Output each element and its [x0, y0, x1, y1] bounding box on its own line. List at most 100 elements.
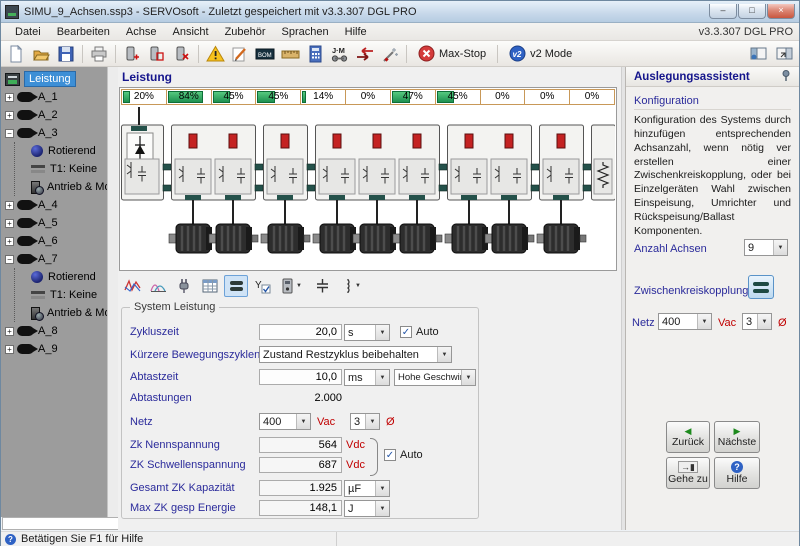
expander-icon[interactable]: −	[5, 128, 14, 138]
bom-button[interactable]: BOM	[253, 43, 277, 65]
motor[interactable]	[536, 223, 587, 254]
tree-item-antrieb-motor[interactable]: Antrieb & Motor	[15, 178, 107, 196]
tree-item-a7[interactable]: − A_7	[1, 250, 107, 268]
save-button[interactable]	[54, 43, 78, 65]
netz-phase-dropdown[interactable]: 3 ▼	[350, 413, 380, 430]
goto-button[interactable]: →▮ Gehe zu	[666, 457, 710, 489]
close-button[interactable]: ×	[767, 4, 795, 19]
v2-mode-button[interactable]: v2 v2 Mode	[502, 43, 579, 65]
motor[interactable]	[484, 223, 535, 254]
wizard-button[interactable]	[378, 43, 402, 65]
tree-item-t1[interactable]: T1: Keine	[15, 160, 107, 178]
expander-icon[interactable]: +	[5, 344, 14, 354]
panel-splitter[interactable]	[621, 67, 625, 530]
axis-delete-button[interactable]	[170, 43, 194, 65]
tree-item-a9[interactable]: + A_9	[1, 340, 107, 358]
max-stop-button[interactable]: Max-Stop	[411, 43, 493, 65]
bewegungszyklen-dropdown[interactable]: Zustand Restzyklus beibehalten ▼	[259, 346, 452, 363]
tree-item-t1[interactable]: T1: Keine	[15, 286, 107, 304]
help-button[interactable]: ? Hilfe	[714, 457, 760, 489]
warnings-button[interactable]	[203, 43, 227, 65]
assistant-phase-dropdown[interactable]: 3 ▼	[742, 313, 772, 330]
zykluszeit-auto-checkbox[interactable]: ✓ Auto	[400, 326, 439, 338]
power-plug-icon	[179, 279, 188, 293]
zk-auto-checkbox[interactable]: ✓ Auto	[384, 449, 423, 461]
next-button[interactable]: ▶ Nächste	[714, 421, 760, 453]
abtastzeit-unit-dropdown[interactable]: ms ▼	[344, 369, 390, 386]
expander-icon[interactable]: +	[5, 200, 14, 210]
motor[interactable]	[260, 223, 311, 254]
back-button[interactable]: ◀ Zurück	[666, 421, 710, 453]
tree-item-rotierend[interactable]: Rotierend	[15, 268, 107, 286]
dock-right-button[interactable]	[772, 43, 796, 65]
zykluszeit-unit-dropdown[interactable]: s ▼	[344, 324, 390, 341]
zwischenkreiskopplung-button[interactable]	[748, 275, 774, 299]
calculator-button[interactable]	[303, 43, 327, 65]
expander-icon[interactable]: +	[5, 236, 14, 246]
tree-item-a6[interactable]: + A_6	[1, 232, 107, 250]
tree-item-a5[interactable]: + A_5	[1, 214, 107, 232]
menu-zubehoer[interactable]: Zubehör	[217, 25, 274, 39]
menu-sprachen[interactable]: Sprachen	[274, 25, 337, 39]
menu-hilfe[interactable]: Hilfe	[337, 25, 375, 39]
capacitor-button[interactable]	[310, 275, 334, 297]
zk-nennspannung-input[interactable]: 564	[259, 437, 342, 453]
axis-copy-button[interactable]	[145, 43, 169, 65]
zykluszeit-input[interactable]: 20,0	[259, 324, 342, 340]
menu-bearbeiten[interactable]: Bearbeiten	[49, 25, 118, 39]
expander-icon[interactable]: −	[5, 254, 14, 264]
anzahl-achsen-dropdown[interactable]: 9 ▼	[744, 239, 788, 256]
netz-voltage-dropdown[interactable]: 400 ▼	[259, 413, 311, 430]
dock-left-button[interactable]	[746, 43, 770, 65]
new-file-button[interactable]	[4, 43, 28, 65]
zk-energie-input[interactable]: 148,1	[259, 500, 342, 516]
abtastzeit-input[interactable]: 10,0	[259, 369, 342, 385]
tree-scrollbar[interactable]	[107, 67, 118, 517]
pin-icon[interactable]	[781, 69, 791, 84]
inertia-tool-button[interactable]: J·M	[328, 43, 352, 65]
measure-button[interactable]	[278, 43, 302, 65]
maximize-button[interactable]: □	[738, 4, 766, 19]
tree-item-antrieb-motor[interactable]: Antrieb & Motor	[15, 304, 107, 322]
expander-icon[interactable]: +	[5, 92, 14, 102]
compare-button[interactable]	[353, 43, 377, 65]
expander-icon[interactable]: +	[5, 326, 14, 336]
chart-curves-button[interactable]	[120, 275, 144, 297]
menu-datei[interactable]: Datei	[7, 25, 49, 39]
chart-overlay-button[interactable]	[146, 275, 170, 297]
menu-achse[interactable]: Achse	[118, 25, 165, 39]
menu-ansicht[interactable]: Ansicht	[164, 25, 216, 39]
minimize-button[interactable]: –	[709, 4, 737, 19]
tree-item-leistung[interactable]: Leistung	[1, 70, 107, 88]
dc-bus-view-button[interactable]	[224, 275, 248, 297]
expander-icon[interactable]: +	[5, 218, 14, 228]
tree-item-rotierend[interactable]: Rotierend	[15, 142, 107, 160]
zk-nennspannung-unit: Vdc	[346, 439, 365, 451]
tree-item-a4[interactable]: + A_4	[1, 196, 107, 214]
tree-item-a2[interactable]: + A_2	[1, 106, 107, 124]
report-button[interactable]	[228, 43, 252, 65]
y-axis-options-button[interactable]: Y	[250, 275, 274, 297]
abtastzeit-mode-dropdown[interactable]: Hohe Geschwindigkeit▼	[394, 369, 476, 386]
drive-module-button[interactable]: ▼	[276, 275, 308, 297]
data-table-button[interactable]	[198, 275, 222, 297]
tree-item-a3[interactable]: − A_3	[1, 124, 107, 142]
open-file-button[interactable]	[29, 43, 53, 65]
axis-insert-button[interactable]	[120, 43, 144, 65]
print-button[interactable]	[87, 43, 111, 65]
zk-schwellenspannung-input[interactable]: 687	[259, 457, 342, 473]
motor[interactable]	[208, 223, 259, 254]
inductor-button[interactable]: ▼	[336, 275, 368, 297]
power-plug-button[interactable]	[172, 275, 196, 297]
motor[interactable]	[392, 223, 443, 254]
zk-energie-label: Max ZK gesp Energie	[130, 502, 236, 514]
zk-energie-unit-dropdown[interactable]: J ▼	[344, 500, 390, 517]
zk-kapazitaet-input[interactable]: 1.925	[259, 480, 342, 496]
expander-icon[interactable]: +	[5, 110, 14, 120]
tree-item-a8[interactable]: + A_8	[1, 322, 107, 340]
zk-kapazitaet-unit-dropdown[interactable]: µF ▼	[344, 480, 390, 497]
dc-bus-bars-icon	[229, 281, 243, 291]
title-bar[interactable]: SIMU_9_Achsen.ssp3 - SERVOsoft - Zuletzt…	[1, 1, 799, 23]
assistant-netz-dropdown[interactable]: 400 ▼	[658, 313, 712, 330]
tree-item-a1[interactable]: + A_1	[1, 88, 107, 106]
